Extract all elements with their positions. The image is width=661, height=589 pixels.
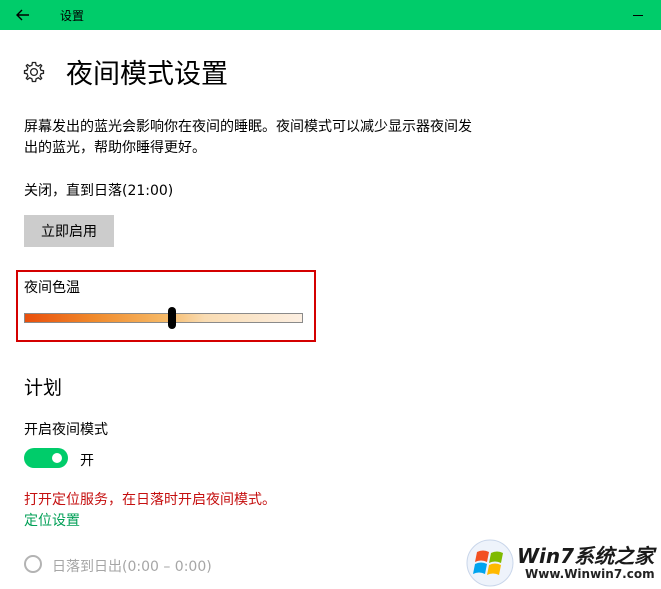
back-arrow-icon	[16, 9, 29, 21]
title-bar: 设置	[0, 0, 661, 30]
watermark-brand: Win7系统之家	[517, 544, 655, 568]
toggle-state-text: 开	[80, 453, 94, 469]
windows-logo-icon	[466, 539, 514, 587]
color-temperature-label: 夜间色温	[24, 280, 80, 296]
color-temperature-slider-thumb[interactable]	[167, 307, 176, 329]
color-temperature-slider-track[interactable]	[24, 313, 303, 323]
page-title: 夜间模式设置	[66, 59, 228, 90]
location-warning-text: 打开定位服务，在日落时开启夜间模式。	[24, 492, 276, 508]
location-settings-link[interactable]: 定位设置	[24, 510, 80, 530]
description-text: 屏幕发出的蓝光会影响你在夜间的睡眠。夜间模式可以减少显示器夜间发出的蓝光，帮助你…	[24, 119, 472, 156]
sunset-to-sunrise-label: 日落到日出(0:00 – 0:00)	[52, 559, 212, 575]
toggle-knob	[52, 453, 62, 463]
night-mode-schedule-toggle[interactable]	[24, 448, 68, 468]
watermark-url: Www.Winwin7.com	[525, 567, 655, 581]
enable-now-button[interactable]: 立即启用	[24, 215, 114, 247]
minimize-button[interactable]	[615, 0, 661, 30]
watermark: Win7系统之家 Www.Winwin7.com	[465, 538, 661, 589]
schedule-heading: 计划	[24, 377, 63, 399]
schedule-toggle-label: 开启夜间模式	[24, 422, 108, 438]
back-button[interactable]	[0, 0, 46, 30]
window-title: 设置	[60, 9, 85, 23]
status-text: 关闭，直到日落(21:00)	[24, 183, 174, 199]
sunset-to-sunrise-radio[interactable]	[24, 555, 42, 573]
gear-icon	[23, 61, 45, 83]
minimize-icon	[633, 15, 643, 16]
